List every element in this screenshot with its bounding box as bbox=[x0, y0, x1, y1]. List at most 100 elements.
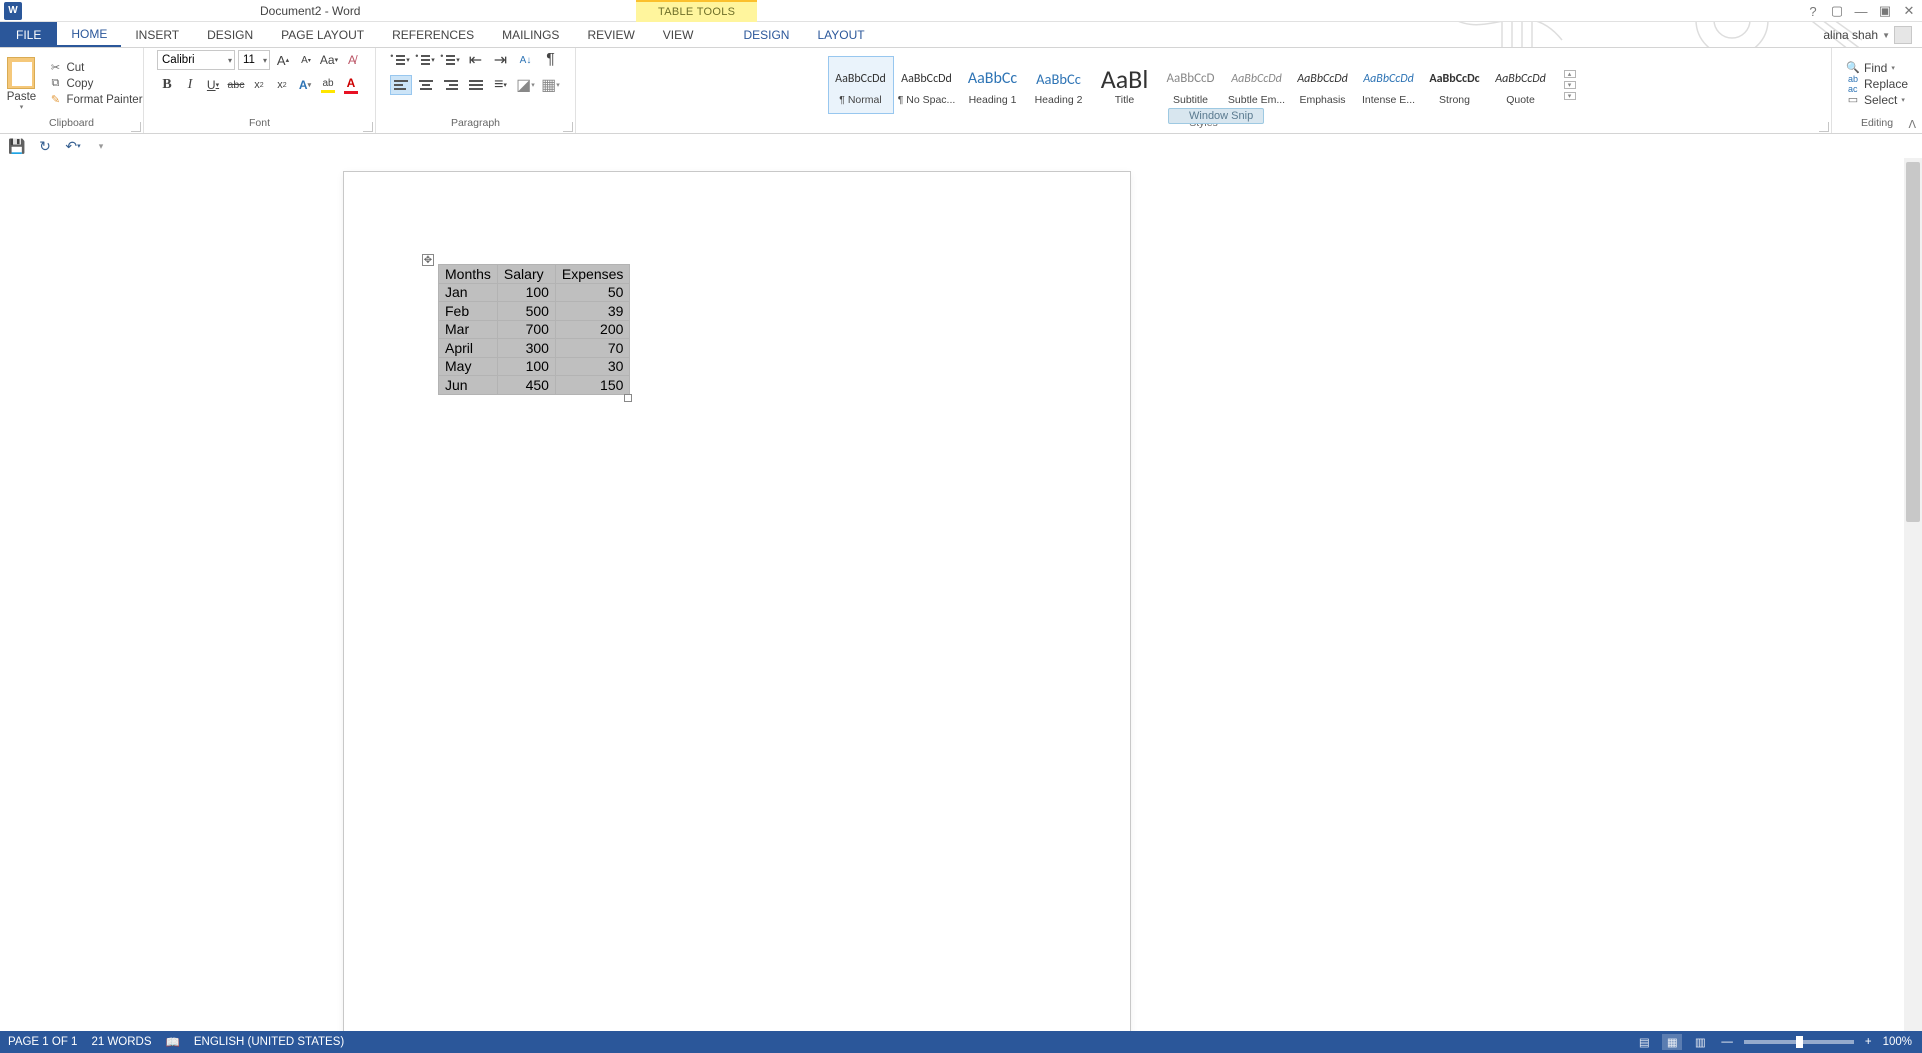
tab-review[interactable]: REVIEW bbox=[573, 22, 648, 47]
table-cell[interactable]: 500 bbox=[497, 302, 555, 321]
bullets-button[interactable]: ▾ bbox=[390, 50, 412, 70]
style-item[interactable]: AaBbCcDcStrong bbox=[1422, 56, 1488, 114]
font-color-button[interactable]: A bbox=[341, 75, 361, 95]
style-item[interactable]: AaBbCcDdIntense E... bbox=[1356, 56, 1422, 114]
tab-table-design[interactable]: DESIGN bbox=[729, 22, 803, 47]
print-layout-button[interactable]: ▦ bbox=[1662, 1034, 1682, 1050]
table-cell[interactable]: 70 bbox=[555, 339, 629, 358]
show-hide-button[interactable]: ¶ bbox=[540, 50, 562, 70]
minimize-icon[interactable]: — bbox=[1852, 2, 1870, 20]
table-cell[interactable]: April bbox=[439, 339, 498, 358]
spell-check-icon[interactable]: 📖 bbox=[166, 1035, 180, 1049]
italic-button[interactable]: I bbox=[180, 75, 200, 95]
styles-dialog-launcher[interactable] bbox=[1819, 122, 1829, 132]
gallery-up-button[interactable]: ▴ bbox=[1564, 70, 1576, 78]
multilevel-list-button[interactable]: ▾ bbox=[440, 50, 462, 70]
text-effects-button[interactable]: A▾ bbox=[295, 75, 315, 95]
tab-references[interactable]: REFERENCES bbox=[378, 22, 488, 47]
table-cell[interactable]: 39 bbox=[555, 302, 629, 321]
page[interactable]: ✥ Months Salary Expenses Jan10050Feb5003… bbox=[344, 172, 1130, 1031]
vertical-scrollbar[interactable] bbox=[1904, 158, 1922, 1031]
zoom-slider[interactable] bbox=[1744, 1040, 1854, 1044]
table-header-cell[interactable]: Expenses bbox=[555, 265, 629, 284]
select-button[interactable]: ▭Select▾ bbox=[1846, 93, 1908, 107]
user-account[interactable]: alina shah ▼ bbox=[1823, 22, 1912, 48]
table-cell[interactable]: Feb bbox=[439, 302, 498, 321]
language-indicator[interactable]: ENGLISH (UNITED STATES) bbox=[194, 1036, 344, 1048]
table-header-cell[interactable]: Salary bbox=[497, 265, 555, 284]
table-row[interactable]: April30070 bbox=[439, 339, 630, 358]
gallery-more-button[interactable]: ▾ bbox=[1564, 92, 1576, 100]
strikethrough-button[interactable]: abc bbox=[226, 75, 246, 95]
align-left-button[interactable] bbox=[390, 75, 412, 95]
cut-button[interactable]: ✂Cut bbox=[48, 61, 142, 75]
paragraph-dialog-launcher[interactable] bbox=[563, 122, 573, 132]
style-item[interactable]: AaBbCcDd¶ Normal bbox=[828, 56, 894, 114]
style-item[interactable]: AaBbCcDdQuote bbox=[1488, 56, 1554, 114]
user-table[interactable]: Months Salary Expenses Jan10050Feb50039M… bbox=[438, 264, 630, 395]
superscript-button[interactable]: x2 bbox=[272, 75, 292, 95]
replace-button[interactable]: abacReplace bbox=[1846, 77, 1908, 91]
tab-design[interactable]: DESIGN bbox=[193, 22, 267, 47]
shrink-font-button[interactable]: A▾ bbox=[296, 50, 316, 70]
paste-button[interactable]: Paste ▾ bbox=[0, 54, 42, 114]
highlight-button[interactable]: ab bbox=[318, 75, 338, 95]
tab-mailings[interactable]: MAILINGS bbox=[488, 22, 573, 47]
underline-button[interactable]: U▾ bbox=[203, 75, 223, 95]
bold-button[interactable]: B bbox=[157, 75, 177, 95]
style-item[interactable]: AaBbCcDdSubtle Em... bbox=[1224, 56, 1290, 114]
style-item[interactable]: AaBbCcDdEmphasis bbox=[1290, 56, 1356, 114]
style-item[interactable]: AaBbCcDSubtitle bbox=[1158, 56, 1224, 114]
increase-indent-button[interactable]: ⇥ bbox=[490, 50, 512, 70]
borders-button[interactable]: ▦▾ bbox=[540, 75, 562, 95]
format-painter-button[interactable]: ✎Format Painter bbox=[48, 93, 142, 107]
table-header-cell[interactable]: Months bbox=[439, 265, 498, 284]
table-cell[interactable]: 30 bbox=[555, 357, 629, 376]
zoom-out-button[interactable]: — bbox=[1718, 1036, 1736, 1048]
table-cell[interactable]: 100 bbox=[497, 283, 555, 302]
subscript-button[interactable]: x2 bbox=[249, 75, 269, 95]
find-button[interactable]: 🔍Find▾ bbox=[1846, 61, 1908, 75]
web-layout-button[interactable]: ▥ bbox=[1690, 1034, 1710, 1050]
table-row[interactable]: Jan10050 bbox=[439, 283, 630, 302]
numbering-button[interactable]: ▾ bbox=[415, 50, 437, 70]
table-row[interactable]: Feb50039 bbox=[439, 302, 630, 321]
style-item[interactable]: AaBbCcHeading 1 bbox=[960, 56, 1026, 114]
table-row[interactable]: Mar700200 bbox=[439, 320, 630, 339]
sort-button[interactable]: A↓ bbox=[515, 50, 537, 70]
document-area[interactable]: ✥ Months Salary Expenses Jan10050Feb5003… bbox=[0, 158, 1904, 1031]
clipboard-dialog-launcher[interactable] bbox=[131, 122, 141, 132]
shading-button[interactable]: ◪▾ bbox=[515, 75, 537, 95]
table-row[interactable]: May10030 bbox=[439, 357, 630, 376]
scrollbar-thumb[interactable] bbox=[1906, 162, 1920, 522]
save-button[interactable]: 💾 bbox=[8, 137, 26, 155]
clear-formatting-button[interactable]: A̸ bbox=[342, 50, 362, 70]
tab-file[interactable]: FILE bbox=[0, 22, 57, 47]
page-indicator[interactable]: PAGE 1 OF 1 bbox=[8, 1036, 77, 1048]
tab-view[interactable]: VIEW bbox=[649, 22, 708, 47]
table-cell[interactable]: 50 bbox=[555, 283, 629, 302]
grow-font-button[interactable]: A▴ bbox=[273, 50, 293, 70]
ribbon-display-options-icon[interactable]: ▢ bbox=[1828, 2, 1846, 20]
style-item[interactable]: AaBbCcHeading 2 bbox=[1026, 56, 1092, 114]
table-cell[interactable]: 700 bbox=[497, 320, 555, 339]
tab-table-layout[interactable]: LAYOUT bbox=[803, 22, 878, 47]
close-icon[interactable]: ✕ bbox=[1900, 2, 1918, 20]
table-cell[interactable]: May bbox=[439, 357, 498, 376]
table-cell[interactable]: 150 bbox=[555, 376, 629, 395]
font-name-combo[interactable]: Calibri▾ bbox=[157, 50, 235, 70]
decrease-indent-button[interactable]: ⇤ bbox=[465, 50, 487, 70]
zoom-slider-knob[interactable] bbox=[1796, 1036, 1803, 1048]
collapse-ribbon-button[interactable]: ᐱ bbox=[1908, 118, 1916, 131]
table-cell[interactable]: 200 bbox=[555, 320, 629, 339]
maximize-icon[interactable]: ▣ bbox=[1876, 2, 1894, 20]
zoom-level[interactable]: 100% bbox=[1883, 1036, 1912, 1048]
change-case-button[interactable]: Aa▾ bbox=[319, 50, 339, 70]
line-spacing-button[interactable]: ≡▾ bbox=[490, 75, 512, 95]
table-row[interactable]: Jun450150 bbox=[439, 376, 630, 395]
font-dialog-launcher[interactable] bbox=[363, 122, 373, 132]
customize-qat-button[interactable]: ▾ bbox=[92, 137, 110, 155]
table-resize-handle-icon[interactable] bbox=[624, 394, 632, 402]
table-move-handle-icon[interactable]: ✥ bbox=[422, 254, 434, 266]
tab-home[interactable]: HOME bbox=[57, 22, 121, 47]
